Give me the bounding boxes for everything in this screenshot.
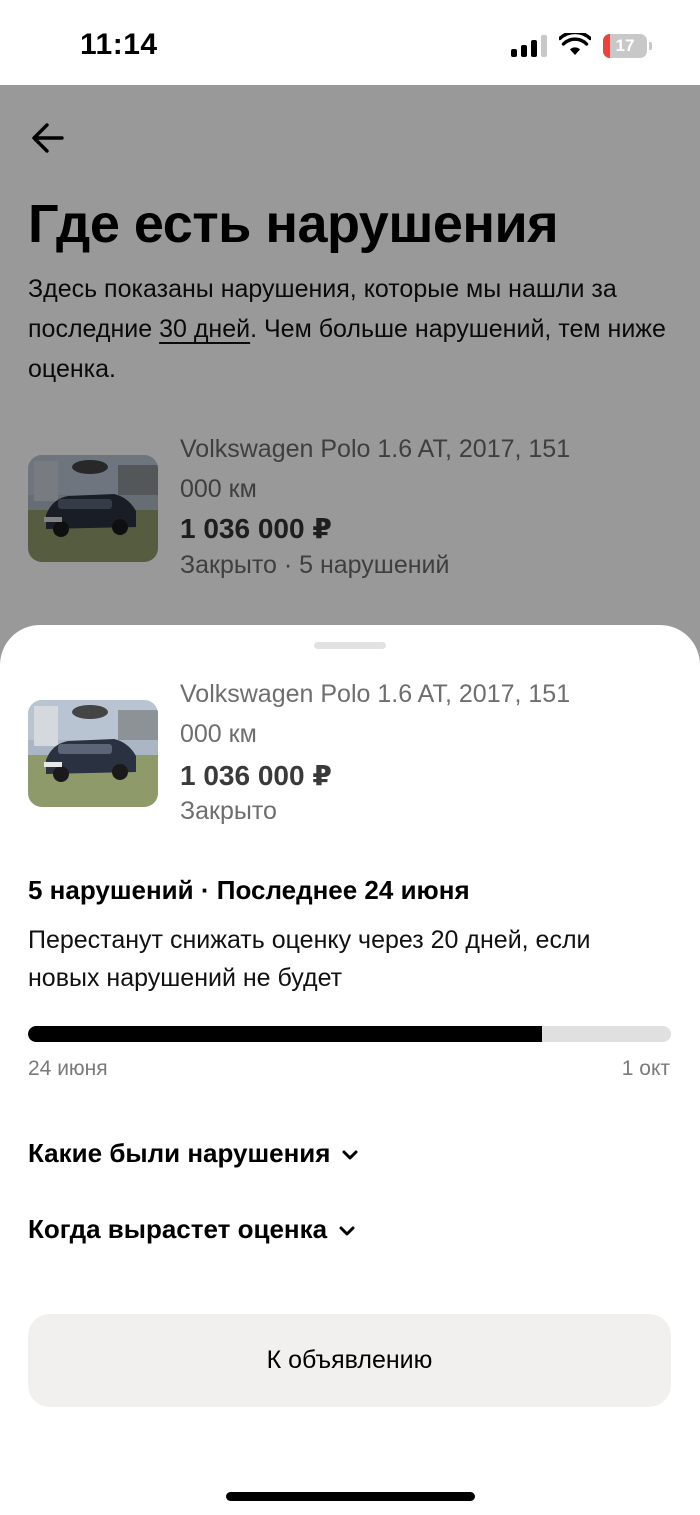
status-bar: 11:14 17 xyxy=(0,0,700,85)
sheet-listing-price: 1 036 000 ₽ xyxy=(180,760,332,791)
sheet-listing-thumbnail[interactable] xyxy=(28,700,158,807)
progress-end-label: 1 окт xyxy=(621,1057,670,1080)
go-to-listing-button[interactable]: К объявлению xyxy=(28,1314,671,1407)
violations-summary-note: Перестанут снижать оценку через 20 дней,… xyxy=(28,926,591,992)
expander-label: Какие были нарушения xyxy=(28,1138,331,1168)
home-indicator[interactable] xyxy=(226,1492,475,1501)
expander-rating-recovery[interactable]: Когда вырастет оценка xyxy=(28,1214,359,1245)
expander-violations-list[interactable]: Какие были нарушения xyxy=(28,1138,362,1169)
sheet-listing-status: Закрыто xyxy=(180,797,277,825)
battery-icon: 17 xyxy=(603,34,652,58)
bottom-sheet: Volkswagen Polo 1.6 AT, 2017, 151 000 км… xyxy=(0,625,700,1515)
violations-summary-heading: 5 нарушений · Последнее 24 июня xyxy=(28,875,470,905)
chevron-down-icon xyxy=(342,1150,358,1159)
sheet-drag-handle[interactable] xyxy=(314,642,386,649)
signal-icon xyxy=(511,35,547,57)
progress-start-label: 24 июня xyxy=(28,1057,108,1080)
status-time: 11:14 xyxy=(80,28,158,61)
battery-level: 17 xyxy=(615,36,635,55)
sheet-listing-title: Volkswagen Polo 1.6 AT, 2017, 151 000 км xyxy=(180,680,571,748)
screen: 11:14 17 Где есть нарушения Здесь показа… xyxy=(0,0,700,1515)
chevron-down-icon xyxy=(339,1226,355,1235)
progress-fill xyxy=(28,1026,543,1042)
wifi-icon xyxy=(559,33,591,55)
violation-expiry-progress xyxy=(28,1026,671,1042)
expander-label: Когда вырастет оценка xyxy=(28,1214,328,1244)
